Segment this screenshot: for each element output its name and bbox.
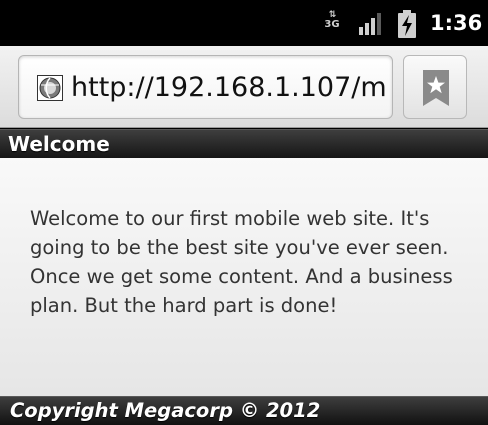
browser-toolbar: http://192.168.1.107/m...: [0, 46, 488, 128]
url-field[interactable]: http://192.168.1.107/m...: [18, 55, 393, 119]
signal-strength-icon: [359, 13, 381, 35]
status-bar: ⇅ 3G 1:36: [0, 0, 488, 46]
clock: 1:36: [430, 11, 483, 35]
3g-data-icon: ⇅ 3G: [324, 10, 340, 30]
phone-screen: ⇅ 3G 1:36 http://192.168.1.107/m... Welc…: [0, 0, 488, 425]
network-type-label: 3G: [324, 19, 340, 30]
copyright-text: Copyright Megacorp © 2012: [10, 399, 321, 422]
bookmark-star-icon: [423, 70, 449, 106]
page-header: Welcome: [0, 129, 488, 158]
url-text[interactable]: http://192.168.1.107/m...: [71, 70, 389, 106]
battery-charging-icon: [398, 10, 416, 38]
bookmark-button[interactable]: [403, 55, 467, 119]
globe-icon: [37, 75, 63, 101]
welcome-text: Welcome to our first mobile web site. It…: [30, 207, 453, 317]
page-footer: Copyright Megacorp © 2012: [0, 396, 488, 425]
page-title: Welcome: [8, 132, 110, 156]
page-content: Welcome to our first mobile web site. It…: [0, 158, 488, 396]
